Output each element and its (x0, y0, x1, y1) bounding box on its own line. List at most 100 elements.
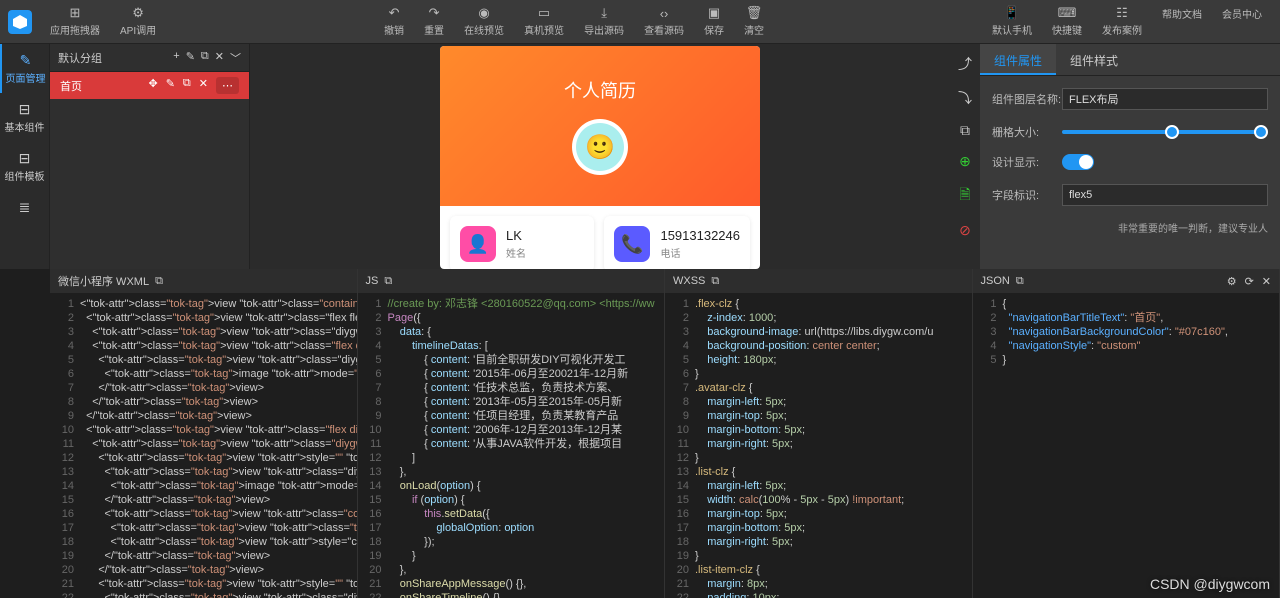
grid-slider[interactable] (1062, 130, 1268, 134)
copy-icon[interactable]: ⧉ (1016, 275, 1024, 288)
trash-icon: 🗑 (746, 6, 763, 20)
eye-icon: ◉ (478, 6, 489, 20)
nav-pages[interactable]: ✎页面管理 (0, 44, 49, 93)
copy-icon[interactable]: ⧉ (201, 50, 209, 66)
tree-group-name: 默认分组 (58, 50, 102, 66)
file-icon[interactable]: 🗎 (959, 184, 970, 208)
delete-icon[interactable]: ✕ (199, 77, 208, 94)
tool-help[interactable]: 帮助文档 (1152, 2, 1212, 41)
tab-styles[interactable]: 组件样式 (1056, 44, 1132, 75)
copy-icon[interactable]: ⧉ (183, 77, 191, 94)
edit-icon[interactable]: ✎ (186, 50, 195, 66)
keyboard-icon: ⌨ (1058, 6, 1077, 20)
grid-label: 栅格大小: (992, 124, 1062, 140)
main: ✎页面管理 ⊟基本组件 ⊟组件模板 ≣ 默认分组 + ✎ ⧉ ✕ ﹀ 首页 ✥ … (0, 44, 1280, 269)
prop-note: 非常重要的唯一判断，建议专业人 (992, 220, 1268, 235)
copy-icon[interactable]: ⧉ (384, 275, 392, 288)
warn-icon[interactable]: ⊘ (959, 222, 971, 239)
logo (8, 10, 32, 34)
tool-default-phone[interactable]: 📱默认手机 (982, 2, 1042, 41)
layer-name-label: 组件图层名称: (992, 91, 1062, 107)
tool-shortcut[interactable]: ⌨快捷键 (1042, 2, 1092, 41)
tool-drag[interactable]: ⊞应用拖拽器 (40, 2, 110, 41)
chevron-down-icon[interactable]: ﹀ (230, 50, 241, 66)
tool-api[interactable]: ⚙API调用 (110, 2, 166, 41)
edit-icon[interactable]: ✎ (166, 77, 175, 94)
settings-icon[interactable]: ⚙ (1227, 275, 1237, 288)
data-icon: ≣ (19, 199, 31, 215)
tree-page-item[interactable]: 首页 ✥ ✎ ⧉ ✕ ⋯ (50, 72, 249, 99)
tool-export[interactable]: ⤓导出源码 (574, 2, 634, 41)
save-icon: ▣ (708, 6, 720, 20)
tool-preview[interactable]: ◉在线预览 (454, 2, 514, 41)
copy-icon[interactable]: ⧉ (155, 275, 163, 288)
tree-page-label: 首页 (60, 78, 82, 94)
grid-icon: ⊞ (70, 6, 81, 20)
layer-name-input[interactable] (1062, 88, 1268, 110)
copy-icon[interactable]: ⧉ (711, 275, 719, 288)
person-icon: 👤 (460, 226, 496, 262)
close-icon[interactable]: ✕ (1262, 275, 1271, 288)
tab-props[interactable]: 组件属性 (980, 44, 1056, 75)
tool-device[interactable]: ▭真机预览 (514, 2, 574, 41)
nav-components[interactable]: ⊟基本组件 (0, 93, 49, 142)
export-icon: ⤓ (601, 6, 607, 20)
phone-cards: 👤 LK姓名 📞 15913132246电话 (440, 206, 760, 269)
upload-icon[interactable]: ⤴ (958, 54, 972, 74)
code-body[interactable]: 1.flex-clz {2 z-index: 1000;3 background… (665, 293, 972, 598)
code-area: 微信小程序 WXML⧉ 1<"tok-attr">class="tok-tag"… (0, 269, 1280, 598)
close-icon[interactable]: ✕ (215, 50, 224, 66)
nav-data[interactable]: ≣ (0, 191, 49, 225)
copy-icon[interactable]: ⧉ (960, 122, 970, 139)
preview-area: 个人简历 🙂 👤 LK姓名 📞 15913132246电话 (250, 44, 950, 269)
display-toggle[interactable] (1062, 154, 1094, 170)
code-body[interactable]: 1<"tok-attr">class="tok-tag">view "tok-a… (50, 293, 357, 598)
display-label: 设计显示: (992, 154, 1062, 170)
phone-icon: ▭ (538, 6, 550, 20)
tree-header: 默认分组 + ✎ ⧉ ✕ ﹀ (50, 44, 249, 72)
resume-title: 个人简历 (564, 77, 636, 103)
code-body[interactable]: 1{2 "navigationBarTitleText": "首页",3 "na… (973, 293, 1280, 598)
tool-clear[interactable]: 🗑清空 (734, 2, 774, 41)
templates-icon: ⊟ (19, 150, 31, 166)
props-tabs: 组件属性 组件样式 (980, 44, 1280, 76)
card-phone[interactable]: 📞 15913132246电话 (604, 216, 750, 269)
card-name[interactable]: 👤 LK姓名 (450, 216, 594, 269)
leftnav: ✎页面管理 ⊟基本组件 ⊟组件模板 ≣ (0, 44, 50, 269)
publish-icon: ☷ (1116, 6, 1128, 20)
device-icon: 📱 (1004, 6, 1020, 20)
code-wxml: 微信小程序 WXML⧉ 1<"tok-attr">class="tok-tag"… (50, 269, 358, 598)
phone-header: 个人简历 🙂 (440, 46, 760, 206)
move-icon[interactable]: ✥ (148, 77, 157, 94)
toolbar-right: 📱默认手机 ⌨快捷键 ☷发布案例 帮助文档 会员中心 (982, 2, 1272, 41)
fieldid-input[interactable] (1062, 184, 1268, 206)
refresh-icon[interactable]: ⟳ (1245, 275, 1254, 288)
code-wxss: WXSS⧉ 1.flex-clz {2 z-index: 1000;3 back… (665, 269, 973, 598)
tool-publish[interactable]: ☷发布案例 (1092, 2, 1152, 41)
more-icon[interactable]: ⋯ (216, 77, 239, 94)
add-icon[interactable]: + (173, 50, 179, 66)
tool-member[interactable]: 会员中心 (1212, 2, 1272, 41)
tool-view-code[interactable]: ‹›查看源码 (634, 2, 694, 41)
phone-icon: 📞 (614, 226, 650, 262)
download-icon[interactable]: ⤵ (958, 88, 972, 108)
code-json: JSON⧉⚙⟳✕ 1{2 "navigationBarTitleText": "… (973, 269, 1280, 598)
components-icon: ⊟ (19, 101, 31, 117)
toolbar-left: ⊞应用拖拽器 ⚙API调用 (40, 2, 166, 41)
puzzle-icon[interactable]: ⊕ (959, 153, 971, 170)
code-body[interactable]: 1//create by: 邓志锋 <280160522@qq.com> <ht… (358, 293, 665, 598)
tree-panel: 默认分组 + ✎ ⧉ ✕ ﹀ 首页 ✥ ✎ ⧉ ✕ ⋯ (50, 44, 250, 269)
right-sidebar: ⤴ ⤵ ⧉ ⊕ 🗎 ⊘ (950, 44, 980, 269)
undo-icon: ↶ (389, 6, 400, 20)
fieldid-label: 字段标识: (992, 187, 1062, 203)
tool-redo[interactable]: ↷重置 (414, 2, 454, 41)
avatar: 🙂 (572, 119, 628, 175)
tool-save[interactable]: ▣保存 (694, 2, 734, 41)
props-panel: 组件属性 组件样式 组件图层名称: 栅格大小: 设计显示: 字段标识: 非常重要… (980, 44, 1280, 269)
phone-preview: 个人简历 🙂 👤 LK姓名 📞 15913132246电话 (440, 46, 760, 269)
topbar: ⊞应用拖拽器 ⚙API调用 ↶撤销 ↷重置 ◉在线预览 ▭真机预览 ⤓导出源码 … (0, 0, 1280, 44)
nav-templates[interactable]: ⊟组件模板 (0, 142, 49, 191)
api-icon: ⚙ (132, 6, 144, 20)
tool-undo[interactable]: ↶撤销 (374, 2, 414, 41)
code-js: JS⧉ 1//create by: 邓志锋 <280160522@qq.com>… (358, 269, 666, 598)
